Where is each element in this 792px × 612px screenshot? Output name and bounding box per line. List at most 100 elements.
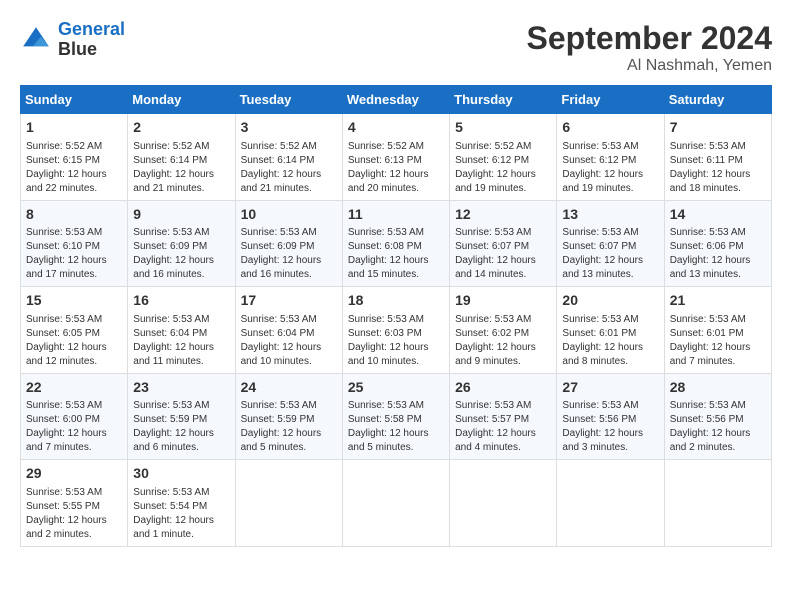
day-info: Sunrise: 5:53 AM Sunset: 5:57 PM Dayligh… xyxy=(455,399,551,455)
day-number: 11 xyxy=(348,205,444,225)
calendar-cell: 26Sunrise: 5:53 AM Sunset: 5:57 PM Dayli… xyxy=(450,373,557,460)
calendar-cell: 25Sunrise: 5:53 AM Sunset: 5:58 PM Dayli… xyxy=(342,373,449,460)
day-info: Sunrise: 5:53 AM Sunset: 6:03 PM Dayligh… xyxy=(348,313,444,369)
calendar-cell: 9Sunrise: 5:53 AM Sunset: 6:09 PM Daylig… xyxy=(128,200,235,287)
day-info: Sunrise: 5:53 AM Sunset: 6:08 PM Dayligh… xyxy=(348,226,444,282)
calendar-cell: 2Sunrise: 5:52 AM Sunset: 6:14 PM Daylig… xyxy=(128,114,235,201)
day-number: 12 xyxy=(455,205,551,225)
calendar-cell: 5Sunrise: 5:52 AM Sunset: 6:12 PM Daylig… xyxy=(450,114,557,201)
day-number: 13 xyxy=(562,205,658,225)
calendar-cell xyxy=(235,460,342,547)
day-info: Sunrise: 5:53 AM Sunset: 6:07 PM Dayligh… xyxy=(455,226,551,282)
calendar-cell: 15Sunrise: 5:53 AM Sunset: 6:05 PM Dayli… xyxy=(21,287,128,374)
day-info: Sunrise: 5:53 AM Sunset: 6:09 PM Dayligh… xyxy=(133,226,229,282)
calendar-cell: 3Sunrise: 5:52 AM Sunset: 6:14 PM Daylig… xyxy=(235,114,342,201)
calendar-week-3: 15Sunrise: 5:53 AM Sunset: 6:05 PM Dayli… xyxy=(21,287,772,374)
day-info: Sunrise: 5:53 AM Sunset: 5:55 PM Dayligh… xyxy=(26,486,122,542)
header-wednesday: Wednesday xyxy=(342,86,449,114)
day-number: 23 xyxy=(133,378,229,398)
day-number: 8 xyxy=(26,205,122,225)
day-info: Sunrise: 5:53 AM Sunset: 6:12 PM Dayligh… xyxy=(562,140,658,196)
day-number: 9 xyxy=(133,205,229,225)
day-info: Sunrise: 5:53 AM Sunset: 5:54 PM Dayligh… xyxy=(133,486,229,542)
calendar-cell: 8Sunrise: 5:53 AM Sunset: 6:10 PM Daylig… xyxy=(21,200,128,287)
calendar-title: September 2024 xyxy=(527,20,772,57)
day-number: 21 xyxy=(670,291,766,311)
day-info: Sunrise: 5:53 AM Sunset: 6:09 PM Dayligh… xyxy=(241,226,337,282)
day-info: Sunrise: 5:52 AM Sunset: 6:15 PM Dayligh… xyxy=(26,140,122,196)
day-info: Sunrise: 5:53 AM Sunset: 6:01 PM Dayligh… xyxy=(562,313,658,369)
day-number: 6 xyxy=(562,118,658,138)
calendar-cell: 18Sunrise: 5:53 AM Sunset: 6:03 PM Dayli… xyxy=(342,287,449,374)
calendar-cell: 30Sunrise: 5:53 AM Sunset: 5:54 PM Dayli… xyxy=(128,460,235,547)
day-number: 29 xyxy=(26,464,122,484)
day-info: Sunrise: 5:53 AM Sunset: 6:10 PM Dayligh… xyxy=(26,226,122,282)
day-number: 4 xyxy=(348,118,444,138)
header-tuesday: Tuesday xyxy=(235,86,342,114)
day-number: 25 xyxy=(348,378,444,398)
day-number: 30 xyxy=(133,464,229,484)
calendar-cell: 29Sunrise: 5:53 AM Sunset: 5:55 PM Dayli… xyxy=(21,460,128,547)
calendar-week-4: 22Sunrise: 5:53 AM Sunset: 6:00 PM Dayli… xyxy=(21,373,772,460)
day-number: 16 xyxy=(133,291,229,311)
calendar-week-1: 1Sunrise: 5:52 AM Sunset: 6:15 PM Daylig… xyxy=(21,114,772,201)
day-info: Sunrise: 5:53 AM Sunset: 6:00 PM Dayligh… xyxy=(26,399,122,455)
calendar-cell: 22Sunrise: 5:53 AM Sunset: 6:00 PM Dayli… xyxy=(21,373,128,460)
day-info: Sunrise: 5:53 AM Sunset: 5:56 PM Dayligh… xyxy=(670,399,766,455)
calendar-cell: 21Sunrise: 5:53 AM Sunset: 6:01 PM Dayli… xyxy=(664,287,771,374)
calendar-cell: 14Sunrise: 5:53 AM Sunset: 6:06 PM Dayli… xyxy=(664,200,771,287)
logo-text: General Blue xyxy=(58,20,125,60)
day-info: Sunrise: 5:53 AM Sunset: 6:11 PM Dayligh… xyxy=(670,140,766,196)
calendar-cell: 11Sunrise: 5:53 AM Sunset: 6:08 PM Dayli… xyxy=(342,200,449,287)
calendar-cell: 6Sunrise: 5:53 AM Sunset: 6:12 PM Daylig… xyxy=(557,114,664,201)
calendar-table: SundayMondayTuesdayWednesdayThursdayFrid… xyxy=(20,85,772,547)
calendar-header-row: SundayMondayTuesdayWednesdayThursdayFrid… xyxy=(21,86,772,114)
day-number: 1 xyxy=(26,118,122,138)
day-info: Sunrise: 5:52 AM Sunset: 6:14 PM Dayligh… xyxy=(133,140,229,196)
day-info: Sunrise: 5:53 AM Sunset: 5:59 PM Dayligh… xyxy=(133,399,229,455)
day-number: 15 xyxy=(26,291,122,311)
day-number: 22 xyxy=(26,378,122,398)
calendar-cell: 24Sunrise: 5:53 AM Sunset: 5:59 PM Dayli… xyxy=(235,373,342,460)
day-number: 26 xyxy=(455,378,551,398)
day-number: 27 xyxy=(562,378,658,398)
day-number: 7 xyxy=(670,118,766,138)
calendar-cell: 20Sunrise: 5:53 AM Sunset: 6:01 PM Dayli… xyxy=(557,287,664,374)
calendar-cell xyxy=(450,460,557,547)
day-info: Sunrise: 5:53 AM Sunset: 5:58 PM Dayligh… xyxy=(348,399,444,455)
calendar-cell xyxy=(342,460,449,547)
day-info: Sunrise: 5:53 AM Sunset: 6:05 PM Dayligh… xyxy=(26,313,122,369)
day-info: Sunrise: 5:52 AM Sunset: 6:13 PM Dayligh… xyxy=(348,140,444,196)
day-info: Sunrise: 5:53 AM Sunset: 6:02 PM Dayligh… xyxy=(455,313,551,369)
calendar-cell: 17Sunrise: 5:53 AM Sunset: 6:04 PM Dayli… xyxy=(235,287,342,374)
calendar-cell: 1Sunrise: 5:52 AM Sunset: 6:15 PM Daylig… xyxy=(21,114,128,201)
calendar-subtitle: Al Nashmah, Yemen xyxy=(527,57,772,75)
day-number: 2 xyxy=(133,118,229,138)
day-info: Sunrise: 5:53 AM Sunset: 6:06 PM Dayligh… xyxy=(670,226,766,282)
day-info: Sunrise: 5:52 AM Sunset: 6:12 PM Dayligh… xyxy=(455,140,551,196)
calendar-cell: 28Sunrise: 5:53 AM Sunset: 5:56 PM Dayli… xyxy=(664,373,771,460)
header-monday: Monday xyxy=(128,86,235,114)
calendar-cell: 7Sunrise: 5:53 AM Sunset: 6:11 PM Daylig… xyxy=(664,114,771,201)
calendar-week-2: 8Sunrise: 5:53 AM Sunset: 6:10 PM Daylig… xyxy=(21,200,772,287)
day-info: Sunrise: 5:53 AM Sunset: 6:01 PM Dayligh… xyxy=(670,313,766,369)
calendar-cell: 27Sunrise: 5:53 AM Sunset: 5:56 PM Dayli… xyxy=(557,373,664,460)
day-info: Sunrise: 5:53 AM Sunset: 6:07 PM Dayligh… xyxy=(562,226,658,282)
calendar-cell: 16Sunrise: 5:53 AM Sunset: 6:04 PM Dayli… xyxy=(128,287,235,374)
header-friday: Friday xyxy=(557,86,664,114)
logo-line2: Blue xyxy=(58,40,125,60)
day-info: Sunrise: 5:53 AM Sunset: 6:04 PM Dayligh… xyxy=(133,313,229,369)
day-number: 14 xyxy=(670,205,766,225)
day-info: Sunrise: 5:53 AM Sunset: 6:04 PM Dayligh… xyxy=(241,313,337,369)
title-block: September 2024 Al Nashmah, Yemen xyxy=(527,20,772,75)
calendar-cell: 19Sunrise: 5:53 AM Sunset: 6:02 PM Dayli… xyxy=(450,287,557,374)
day-number: 3 xyxy=(241,118,337,138)
header-sunday: Sunday xyxy=(21,86,128,114)
header-thursday: Thursday xyxy=(450,86,557,114)
day-number: 17 xyxy=(241,291,337,311)
calendar-cell: 4Sunrise: 5:52 AM Sunset: 6:13 PM Daylig… xyxy=(342,114,449,201)
logo-line1: General xyxy=(58,19,125,39)
day-info: Sunrise: 5:53 AM Sunset: 5:59 PM Dayligh… xyxy=(241,399,337,455)
calendar-week-5: 29Sunrise: 5:53 AM Sunset: 5:55 PM Dayli… xyxy=(21,460,772,547)
day-number: 20 xyxy=(562,291,658,311)
